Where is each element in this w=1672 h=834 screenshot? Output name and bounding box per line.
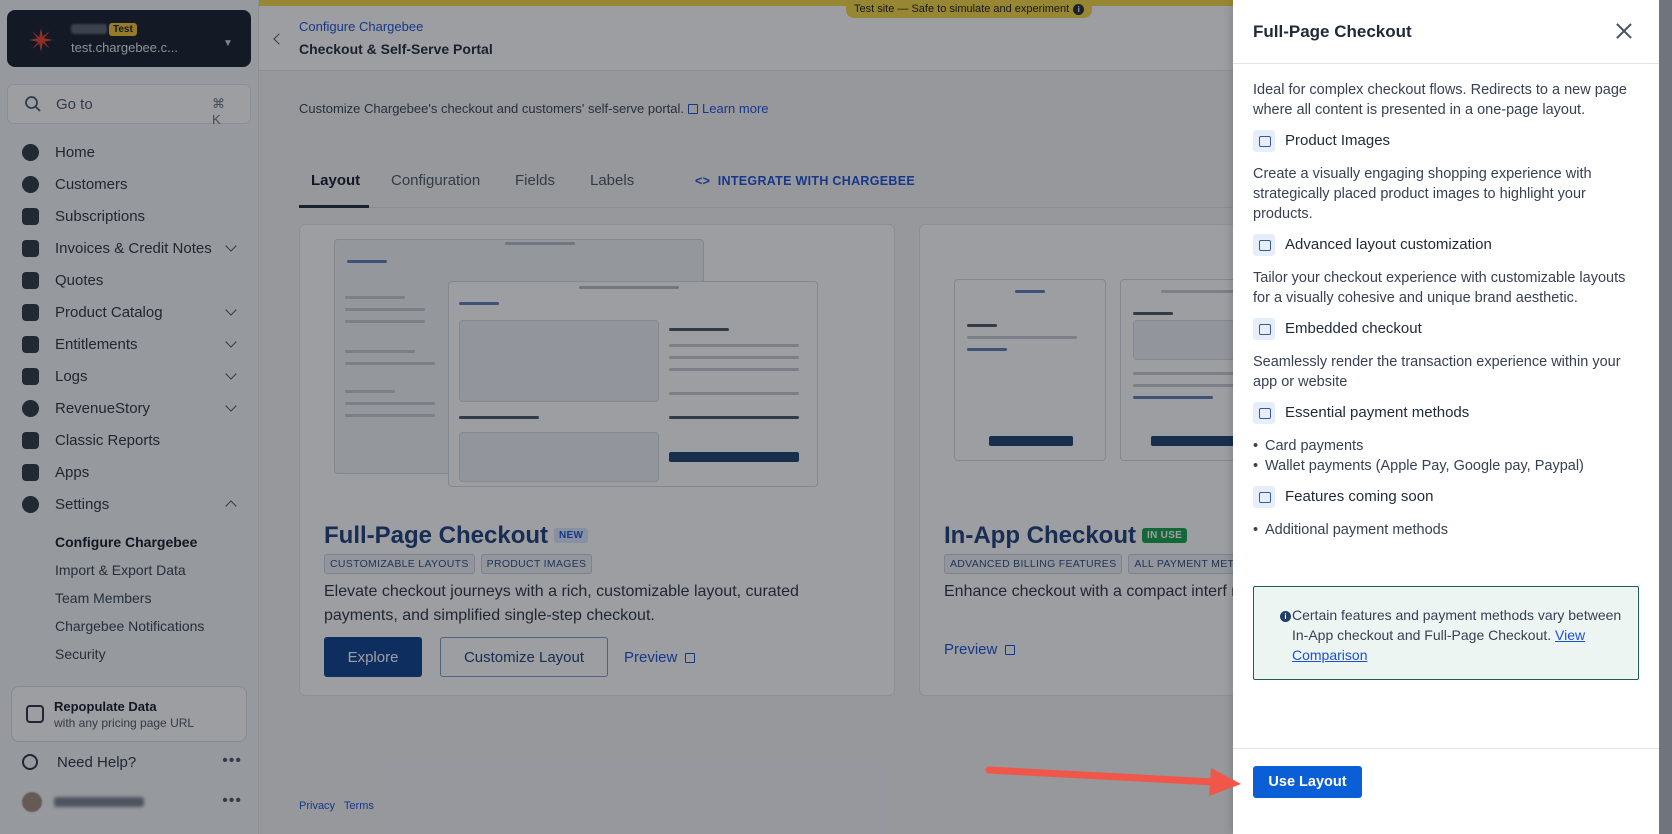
drawer-header: Full-Page Checkout: [1233, 0, 1659, 64]
feature-coming-soon: Features coming soon: [1253, 486, 1639, 508]
coming-soon-list: Additional payment methods: [1253, 520, 1639, 540]
feature-title: Essential payment methods: [1285, 404, 1470, 421]
feature-desc: Create a visually engaging shopping expe…: [1253, 166, 1592, 222]
feature-desc: Seamlessly render the transaction experi…: [1253, 354, 1621, 390]
drawer-body: Ideal for complex checkout flows. Redire…: [1253, 80, 1639, 550]
brush-icon: [1253, 234, 1275, 256]
comparison-note: i Certain features and payment methods v…: [1253, 586, 1639, 680]
use-layout-button[interactable]: Use Layout: [1253, 766, 1362, 798]
drawer-title: Full-Page Checkout: [1253, 22, 1412, 41]
payment-methods-list: Card payments Wallet payments (Apple Pay…: [1253, 436, 1639, 476]
annotation-arrow-icon: [985, 766, 1241, 796]
list-item: Card payments: [1253, 436, 1639, 456]
monitor-icon: [1253, 318, 1275, 340]
drawer-footer: Use Layout: [1233, 748, 1659, 834]
clock-icon: [1253, 486, 1275, 508]
info-icon: i: [1280, 611, 1291, 622]
feature-payment-methods: Essential payment methods: [1253, 402, 1639, 424]
feature-advanced-layout: Advanced layout customization: [1253, 234, 1639, 256]
image-icon: [1253, 130, 1275, 152]
feature-title: Embedded checkout: [1285, 320, 1422, 337]
close-icon[interactable]: [1614, 21, 1634, 41]
feature-embedded-checkout: Embedded checkout: [1253, 318, 1639, 340]
feature-title: Product Images: [1285, 132, 1391, 149]
note-text: Certain features and payment methods var…: [1292, 605, 1628, 665]
feature-title: Advanced layout customization: [1285, 236, 1492, 253]
scrollbar-gutter: [1659, 0, 1672, 834]
payment-icon: [1253, 402, 1275, 424]
feature-product-images: Product Images: [1253, 130, 1639, 152]
feature-desc: Tailor your checkout experience with cus…: [1253, 270, 1626, 306]
modal-backdrop[interactable]: [0, 0, 1233, 834]
drawer-intro: Ideal for complex checkout flows. Redire…: [1253, 82, 1627, 118]
full-page-checkout-drawer: Full-Page Checkout Ideal for complex che…: [1233, 0, 1659, 834]
list-item: Additional payment methods: [1253, 520, 1639, 540]
list-item: Wallet payments (Apple Pay, Google pay, …: [1253, 456, 1639, 476]
feature-title: Features coming soon: [1285, 488, 1434, 505]
